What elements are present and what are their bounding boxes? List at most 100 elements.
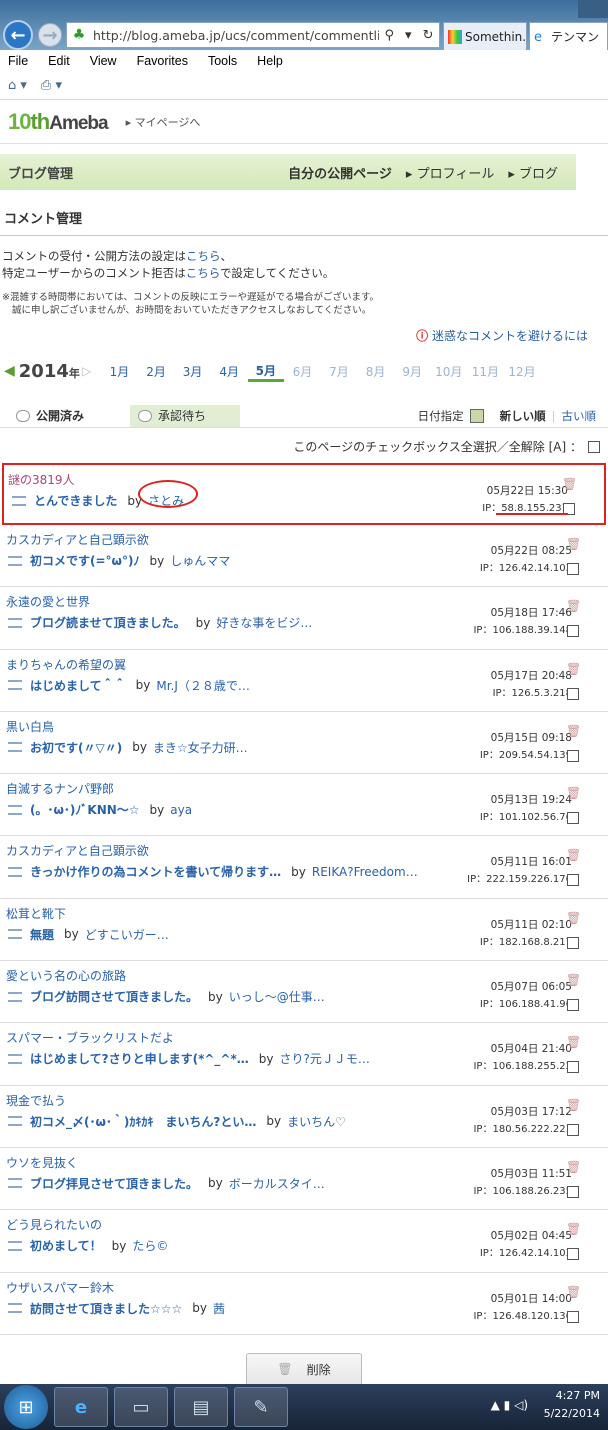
print-icon[interactable]: ⎙ ▾	[41, 78, 62, 93]
comment-checkbox[interactable]	[567, 687, 579, 700]
comment-author-link[interactable]: 茜	[213, 1300, 225, 1317]
trash-icon[interactable]: 🗑	[566, 662, 581, 676]
menu-edit[interactable]: Edit	[48, 54, 70, 68]
comment-subject-link[interactable]: ブログ訪問させて頂きました。	[30, 988, 198, 1005]
entry-title-link[interactable]: どう見られたいの	[6, 1216, 102, 1233]
entry-title-link[interactable]: まりちゃんの希望の翼	[6, 656, 126, 673]
address-bar[interactable]: ♣ http://blog.ameba.jp/ucs/comment/comme…	[66, 22, 440, 48]
date-select-label[interactable]: 日付指定	[418, 408, 464, 424]
comment-subject-link[interactable]: 無題	[30, 926, 54, 943]
tab-published[interactable]: 公開済み	[0, 405, 120, 427]
url-text[interactable]: http://blog.ameba.jp/ucs/comment/comment…	[93, 28, 379, 43]
comment-author-link[interactable]: REIKA?Freedom…	[312, 865, 418, 879]
comment-author-link[interactable]: Mr.J（２８歳で…	[156, 677, 250, 694]
month-2[interactable]: 2月	[138, 363, 175, 380]
entry-title-link[interactable]: カスカディアと自己顕示欲	[6, 842, 149, 859]
menu-favorites[interactable]: Favorites	[137, 54, 188, 68]
accept-settings-link[interactable]: こちら	[186, 249, 221, 263]
trash-icon[interactable]: 🗑	[566, 1160, 581, 1174]
comment-author-link[interactable]: ボーカルスタイ…	[229, 1175, 325, 1192]
search-icon[interactable]: ⚲	[385, 28, 395, 43]
trash-icon[interactable]: 🗑	[566, 1035, 581, 1049]
sort-oldest[interactable]: 古い順	[562, 408, 597, 424]
home-icon[interactable]: ⌂ ▾	[8, 78, 27, 93]
trash-icon[interactable]: 🗑	[566, 1098, 581, 1112]
comment-subject-link[interactable]: はじめまして?さりと申します(*^_^*…	[30, 1050, 249, 1067]
browser-tab-1[interactable]: Somethin...	[443, 22, 527, 50]
month-3[interactable]: 3月	[174, 363, 211, 380]
browser-tab-2[interactable]: e テンマン	[529, 22, 608, 50]
comment-author-link[interactable]: どすこいガー…	[85, 926, 169, 943]
comment-checkbox[interactable]	[567, 999, 579, 1012]
refresh-icon[interactable]: ↻	[423, 28, 434, 43]
comment-checkbox[interactable]	[567, 1185, 579, 1198]
entry-title-link[interactable]: 松茸と靴下	[6, 905, 66, 922]
menu-help[interactable]: Help	[257, 54, 283, 68]
public-page-link[interactable]: 自分の公開ページ	[288, 163, 392, 182]
entry-title-link[interactable]: スパマー・ブラックリストだよ	[6, 1029, 174, 1046]
clock[interactable]: 4:27 PM 5/22/2014	[544, 1387, 600, 1423]
entry-title-link[interactable]: 愛という名の心の旅路	[6, 967, 126, 984]
blog-link[interactable]: ▸ ブログ	[508, 163, 558, 182]
entry-title-link[interactable]: 謎の3819人	[8, 471, 75, 488]
trash-icon[interactable]: 🗑	[566, 537, 581, 551]
entry-title-link[interactable]: 自滅するナンパ野郎	[6, 780, 114, 797]
trash-icon[interactable]: 🗑	[566, 786, 581, 800]
menu-file[interactable]: File	[8, 54, 28, 68]
comment-author-link[interactable]: 好きな事をビジ…	[216, 614, 312, 631]
taskbar-notepad[interactable]: ▤	[174, 1387, 228, 1427]
comment-subject-link[interactable]: (。･ω･)ﾉﾞKNN～☆	[30, 801, 140, 818]
select-all-checkbox[interactable]	[588, 440, 600, 453]
comment-checkbox[interactable]	[567, 749, 579, 762]
taskbar-paint[interactable]: ✎	[234, 1387, 288, 1427]
window-control[interactable]	[578, 0, 608, 18]
comment-author-link[interactable]: さり?元ＪＪモ…	[279, 1050, 369, 1067]
comment-author-link[interactable]: まいちん♡	[287, 1113, 346, 1130]
taskbar-ie[interactable]: e	[54, 1387, 108, 1427]
next-year-icon[interactable]: ▷	[82, 364, 91, 378]
comment-checkbox[interactable]	[567, 1061, 579, 1074]
comment-subject-link[interactable]: 初コメです(=°ω°)ﾉ	[30, 552, 139, 569]
comment-subject-link[interactable]: 初めまして！	[30, 1237, 102, 1254]
comment-checkbox[interactable]	[567, 625, 579, 638]
comment-checkbox[interactable]	[567, 812, 579, 825]
sort-newest[interactable]: 新しい順	[500, 408, 546, 424]
dropdown-icon[interactable]: ▾	[405, 28, 412, 43]
delete-button[interactable]: 🗑 削除	[246, 1352, 362, 1386]
ameba-logo[interactable]: 10thAmeba	[8, 109, 109, 135]
comment-author-link[interactable]: いっし～@仕事…	[229, 988, 325, 1005]
comment-subject-link[interactable]: とんできました	[34, 492, 117, 509]
comment-checkbox[interactable]	[567, 1248, 579, 1261]
comment-subject-link[interactable]: ブログ読ませて頂きました。	[30, 614, 186, 631]
comment-author-link[interactable]: しゅんママ	[170, 552, 230, 569]
tab-pending[interactable]: 承認待ち	[130, 404, 240, 427]
trash-icon[interactable]: 🗑	[566, 911, 581, 925]
comment-checkbox[interactable]	[567, 874, 579, 887]
month-5[interactable]: 5月	[247, 360, 285, 382]
trash-icon[interactable]: 🗑	[566, 1222, 581, 1236]
mypage-link[interactable]: ▸ マイページへ	[126, 114, 201, 130]
trash-icon[interactable]: 🗑	[562, 477, 577, 491]
tray-icons[interactable]: ▲ ▮ ◁)	[491, 1398, 528, 1412]
comment-checkbox[interactable]	[567, 563, 579, 575]
reject-settings-link[interactable]: こちら	[186, 266, 220, 280]
start-button[interactable]: ⊞	[4, 1385, 48, 1429]
prev-year-icon[interactable]: ◀	[4, 363, 15, 379]
trash-icon[interactable]: 🗑	[566, 724, 581, 738]
menu-view[interactable]: View	[90, 54, 117, 68]
comment-subject-link[interactable]: お初です(〃▽〃)	[30, 739, 122, 756]
comment-subject-link[interactable]: ブログ拝見させて頂きました。	[30, 1175, 198, 1192]
month-1[interactable]: 1月	[101, 363, 138, 380]
comment-checkbox[interactable]	[567, 1310, 579, 1323]
comment-subject-link[interactable]: はじめまして＾＾	[30, 677, 126, 694]
back-button[interactable]: ←	[3, 20, 33, 50]
entry-title-link[interactable]: 現金で払う	[6, 1092, 66, 1109]
profile-link[interactable]: ▸ プロフィール	[406, 163, 494, 182]
entry-title-link[interactable]: 黒い白鳥	[6, 718, 54, 735]
entry-title-link[interactable]: ウソを見抜く	[6, 1154, 78, 1171]
entry-title-link[interactable]: 永遠の愛と世界	[6, 593, 90, 610]
entry-title-link[interactable]: カスカディアと自己顕示欲	[6, 531, 149, 548]
menu-tools[interactable]: Tools	[208, 54, 237, 68]
trash-icon[interactable]: 🗑	[566, 973, 581, 987]
forward-button[interactable]: →	[38, 23, 62, 47]
